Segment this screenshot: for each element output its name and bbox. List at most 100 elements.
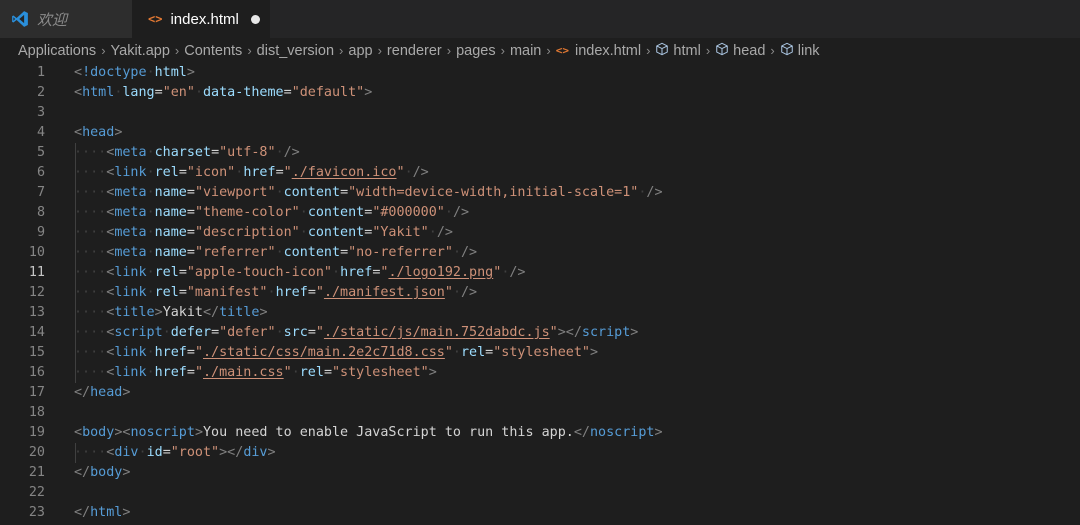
breadcrumb-item[interactable]: app bbox=[348, 43, 372, 59]
code-token: " bbox=[444, 285, 453, 300]
code-token: ./static/js/main.752dabdc.js bbox=[323, 325, 550, 340]
code-token: " bbox=[283, 365, 292, 380]
code-token: < bbox=[74, 65, 83, 80]
line-number: 12 bbox=[28, 285, 45, 300]
breadcrumb-item[interactable]: main bbox=[510, 43, 541, 59]
code-token: </ bbox=[74, 385, 91, 400]
code-token: · bbox=[275, 185, 284, 200]
breadcrumb-item[interactable]: Applications bbox=[18, 43, 96, 59]
code-line[interactable]: 23 </html> bbox=[0, 503, 1080, 523]
code-line[interactable]: 9 ····<meta·name="description"·content="Y… bbox=[0, 223, 1080, 243]
code-token: ···· bbox=[74, 225, 107, 240]
cube-icon bbox=[715, 42, 729, 60]
code-token: < bbox=[74, 85, 83, 100]
code-token: = bbox=[186, 365, 195, 380]
code-text: ····<link·href="./main.css"·rel="stylesh… bbox=[74, 363, 437, 383]
code-token: </ bbox=[573, 425, 590, 440]
code-token: "en" bbox=[162, 85, 195, 100]
code-line[interactable]: 3 bbox=[0, 103, 1080, 123]
code-token: /> bbox=[412, 165, 429, 180]
code-token: ./logo192.png bbox=[388, 265, 494, 280]
code-text: </body> bbox=[74, 463, 130, 483]
chevron-right-icon: › bbox=[446, 43, 452, 58]
code-line[interactable]: 11 ····<link·rel="apple-touch-icon"·href=… bbox=[0, 263, 1080, 283]
breadcrumb-item[interactable]: <> index.html bbox=[556, 43, 641, 59]
code-text: <!doctype·html> bbox=[74, 63, 195, 83]
breadcrumb-item[interactable]: head bbox=[715, 42, 765, 60]
code-token: title bbox=[114, 305, 155, 320]
code-token: = bbox=[178, 285, 187, 300]
code-line[interactable]: 16 ····<link·href="./main.css"·rel="style… bbox=[0, 363, 1080, 383]
code-token: · bbox=[146, 265, 155, 280]
code-editor[interactable]: 1 <!doctype·html> 2 <html·lang="en"·data-th… bbox=[0, 63, 1080, 525]
breadcrumb-label: pages bbox=[456, 42, 496, 59]
code-line[interactable]: 2 <html·lang="en"·data-theme="default"> bbox=[0, 83, 1080, 103]
code-token: < bbox=[74, 425, 83, 440]
code-text: ····<script·defer="defer"·src="./static/… bbox=[74, 323, 638, 343]
code-token: link bbox=[114, 345, 147, 360]
code-line[interactable]: 12 ····<link·rel="manifest"·href="./manif… bbox=[0, 283, 1080, 303]
code-token: You need to enable JavaScript to run thi… bbox=[203, 425, 574, 440]
code-token: data-theme bbox=[203, 85, 284, 100]
breadcrumb-item[interactable]: renderer bbox=[387, 43, 442, 59]
code-line[interactable]: 18 bbox=[0, 403, 1080, 423]
code-line[interactable]: 5 ····<meta·charset="utf-8"·/> bbox=[0, 143, 1080, 163]
code-token: · bbox=[146, 205, 155, 220]
code-token: content bbox=[283, 245, 341, 260]
code-line[interactable]: 6 ····<link·rel="icon"·href="./favicon.ic… bbox=[0, 163, 1080, 183]
breadcrumb-label: html bbox=[673, 42, 701, 59]
breadcrumb: Applications › Yakit.app › Contents › dist_ver… bbox=[0, 38, 1080, 63]
code-token: /> bbox=[509, 265, 526, 280]
html-file-icon: <> bbox=[555, 44, 569, 57]
unsaved-dot-icon[interactable] bbox=[250, 14, 260, 24]
code-token: · bbox=[452, 285, 461, 300]
code-line[interactable]: 22 bbox=[0, 483, 1080, 503]
code-token: name bbox=[154, 245, 187, 260]
code-token: div bbox=[114, 445, 139, 460]
breadcrumb-item[interactable]: pages bbox=[456, 43, 496, 59]
code-token: · bbox=[146, 345, 155, 360]
code-token: div bbox=[243, 445, 268, 460]
code-line[interactable]: 7 ····<meta·name="viewport"·content="widt… bbox=[0, 183, 1080, 203]
code-line[interactable]: 1 <!doctype·html> bbox=[0, 63, 1080, 83]
code-token: · bbox=[146, 185, 155, 200]
code-line[interactable]: 14 ····<script·defer="defer"·src="./stati… bbox=[0, 323, 1080, 343]
chevron-right-icon: › bbox=[377, 43, 382, 58]
tab-welcome[interactable]: 欢迎 bbox=[0, 0, 132, 38]
code-token: !doctype bbox=[82, 65, 147, 80]
breadcrumb-item[interactable]: html bbox=[655, 42, 701, 60]
code-line[interactable]: 17 </head> bbox=[0, 383, 1080, 403]
code-token: · bbox=[194, 85, 203, 100]
code-line[interactable]: 15 ····<link·href="./static/css/main.2e2c… bbox=[0, 343, 1080, 363]
code-token: > bbox=[259, 305, 268, 320]
breadcrumb-item[interactable]: dist_version bbox=[257, 43, 334, 59]
breadcrumb-item[interactable]: Yakit.app bbox=[111, 43, 170, 59]
breadcrumb-label: link bbox=[797, 42, 820, 59]
breadcrumb-item[interactable]: Contents bbox=[184, 43, 242, 59]
code-token: link bbox=[114, 265, 147, 280]
editor-tab-bar: 欢迎 <> index.html bbox=[0, 0, 1080, 39]
code-token: · bbox=[275, 245, 284, 260]
code-token: defer bbox=[170, 325, 212, 340]
code-line[interactable]: 21 </body> bbox=[0, 463, 1080, 483]
breadcrumb-item[interactable]: link bbox=[780, 42, 820, 60]
code-line[interactable]: 20 ····<div·id="root"></div> bbox=[0, 443, 1080, 463]
breadcrumb-label: main bbox=[509, 42, 542, 59]
line-number: 8 bbox=[36, 205, 45, 220]
code-token: html bbox=[90, 505, 123, 520]
code-line[interactable]: 4 <head> bbox=[0, 123, 1080, 143]
code-line[interactable]: 13 ····<title>Yakit</title> bbox=[0, 303, 1080, 323]
code-line[interactable]: 10 ····<meta·name="referrer"·content="no-… bbox=[0, 243, 1080, 263]
code-token: "description" bbox=[194, 225, 300, 240]
code-token: = bbox=[186, 245, 195, 260]
code-line[interactable]: 19 <body><noscript>You need to enable Jav… bbox=[0, 423, 1080, 443]
code-token: · bbox=[452, 345, 461, 360]
code-token: ···· bbox=[74, 445, 107, 460]
tab-index-html[interactable]: <> index.html bbox=[132, 0, 270, 38]
code-line[interactable]: 8 ····<meta·name="theme-color"·content="#… bbox=[0, 203, 1080, 223]
line-number: 22 bbox=[28, 485, 45, 500]
code-token: > bbox=[186, 65, 195, 80]
code-token: = bbox=[323, 365, 332, 380]
code-token: · bbox=[275, 325, 284, 340]
code-token: · bbox=[146, 285, 155, 300]
